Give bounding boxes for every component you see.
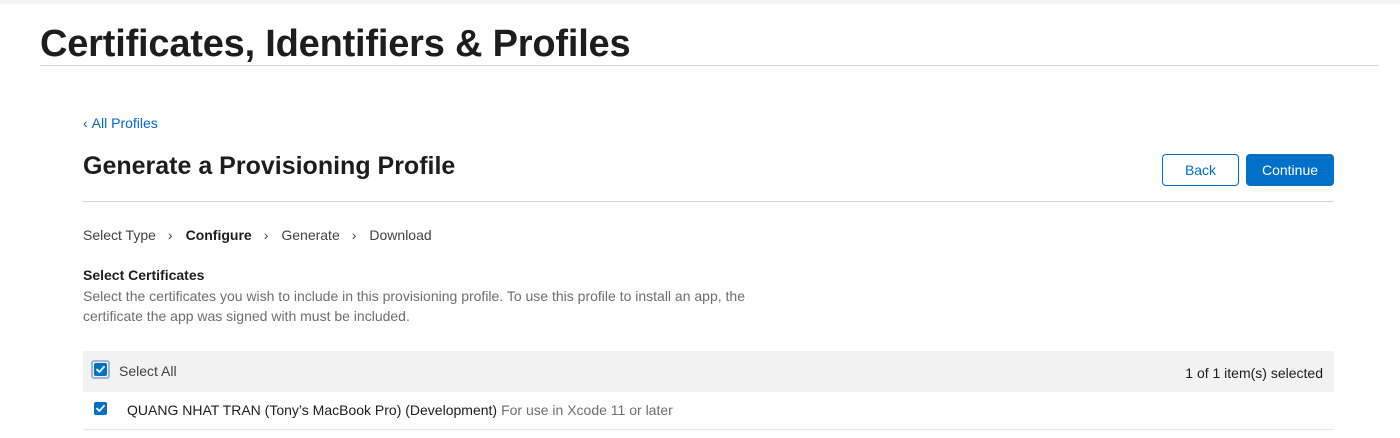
heading-divider [83,201,1334,202]
select-all-label[interactable]: Select All [119,363,177,379]
certificate-note: For use in Xcode 11 or later [501,402,673,418]
top-strip [0,0,1400,4]
certificate-name-cell: QUANG NHAT TRAN (Tony’s MacBook Pro) (De… [127,402,673,418]
certificates-heading: Select Certificates [83,267,205,283]
certificate-name: QUANG NHAT TRAN (Tony’s MacBook Pro) (De… [127,402,498,418]
chevron-right-icon: › [263,227,269,243]
selected-count: 1 of 1 item(s) selected [1185,365,1323,381]
step-generate: Generate [281,227,340,243]
chevron-right-icon: › [351,227,357,243]
page-title: Certificates, Identifiers & Profiles [40,23,631,65]
chevron-left-icon: ‹ [83,115,88,131]
back-button[interactable]: Back [1162,154,1239,186]
all-profiles-link[interactable]: ‹ All Profiles [83,115,158,131]
continue-button[interactable]: Continue [1246,154,1334,186]
certificate-checkbox[interactable] [94,402,107,415]
checkmark-icon [96,404,105,412]
step-configure: Configure [185,227,252,243]
step-select-type: Select Type [83,227,156,243]
select-all-checkbox[interactable] [91,360,110,379]
title-divider [40,65,1378,66]
section-heading: Generate a Provisioning Profile [83,152,456,180]
checkmark-icon [94,363,107,376]
chevron-right-icon: › [167,227,173,243]
certificates-description: Select the certificates you wish to incl… [83,288,745,324]
certificate-row[interactable]: QUANG NHAT TRAN (Tony’s MacBook Pro) (De… [83,392,1334,430]
certificates-table-header: Select All 1 of 1 item(s) selected [83,351,1334,392]
step-download: Download [369,227,432,243]
all-profiles-link-label: All Profiles [91,115,158,131]
step-breadcrumb: Select Type › Configure › Generate › Dow… [83,227,432,243]
